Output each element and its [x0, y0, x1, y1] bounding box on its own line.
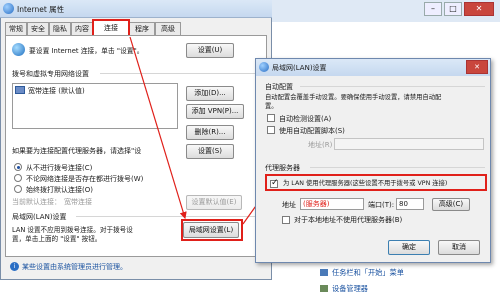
auto-script-checkbox[interactable] [267, 126, 275, 134]
close-icon: ✕ [474, 63, 480, 71]
proxy-header: 代理服务器 [265, 164, 300, 172]
auto-config-description: 自动配置会覆盖手动设置。要确保使用手动设置，请禁用自动配 [265, 94, 442, 101]
auto-config-header: 自动配置 [265, 83, 293, 91]
auto-detect-label: 自动检测设置(A) [279, 115, 332, 123]
cancel-button[interactable]: 取消 [438, 240, 480, 255]
auto-config-divider [300, 86, 485, 87]
lan-dialog-title: 局域网(LAN)设置 [272, 64, 327, 72]
port-value: 80 [399, 200, 408, 208]
server-placeholder: (服务器) [303, 200, 330, 208]
proxy-divider [310, 167, 485, 168]
arrow-tab-to-lan [129, 36, 187, 220]
lan-dialog-icon [259, 62, 269, 72]
bypass-local-label: 对于本地地址不使用代理服务器(B) [294, 216, 403, 224]
lan-dialog-close[interactable]: ✕ [466, 60, 488, 74]
ok-button[interactable]: 确定 [388, 240, 430, 255]
proxy-address-field[interactable]: (服务器) [300, 198, 364, 210]
auto-script-label: 使用自动配置脚本(S) [279, 127, 345, 135]
use-proxy-highlight [265, 174, 487, 191]
script-address-field[interactable] [334, 138, 484, 150]
advanced-button[interactable]: 高级(C) [432, 198, 470, 211]
auto-config-description-2: 置。 [265, 103, 278, 110]
script-address-label: 地址(R) [308, 141, 333, 149]
bypass-local-checkbox[interactable] [282, 216, 290, 224]
port-field[interactable]: 80 [396, 198, 424, 210]
proxy-address-label: 地址 [282, 201, 296, 209]
auto-detect-checkbox[interactable] [267, 114, 275, 122]
port-label: 端口(T): [368, 201, 395, 209]
